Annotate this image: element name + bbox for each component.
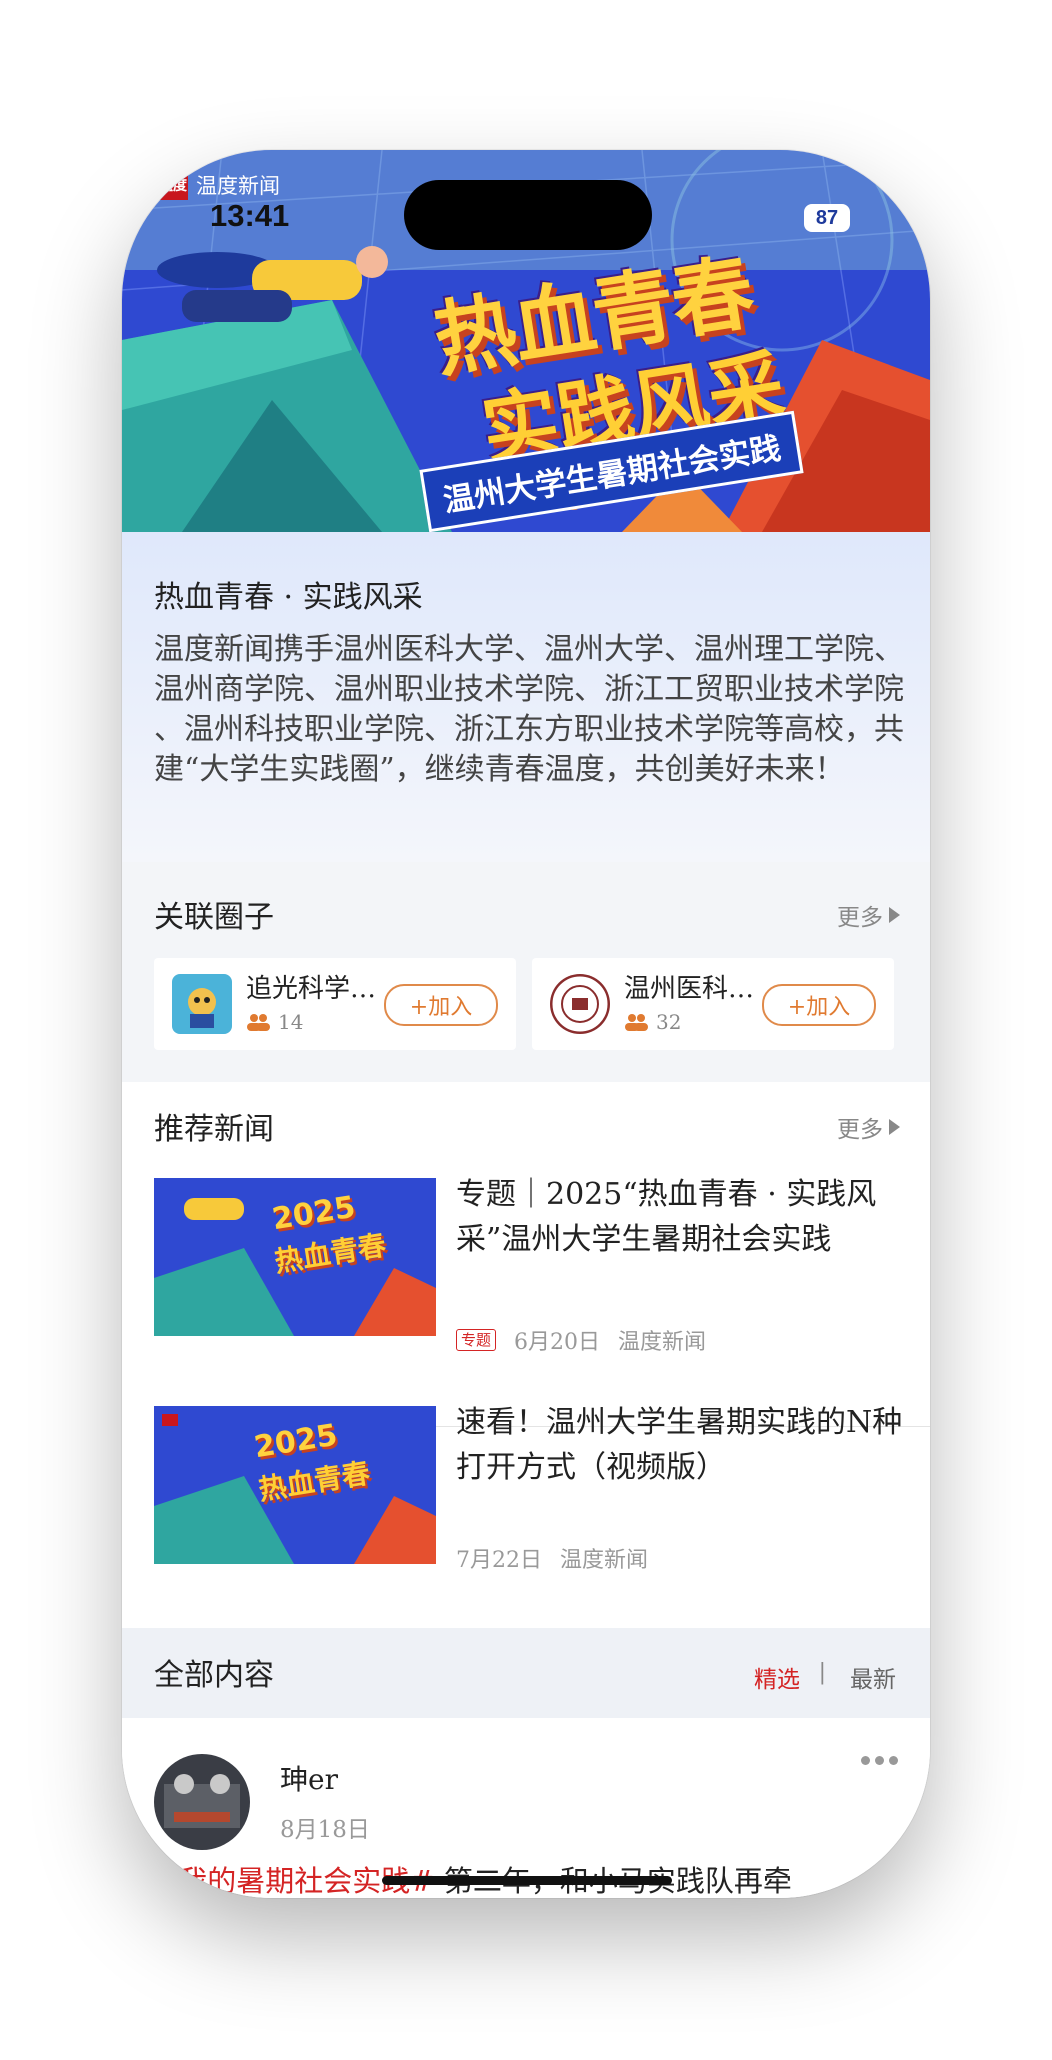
recommended-news-section: 推荐新闻 更多 2025 热血青春 专题｜2025“热血青春 · 实践风采”温州… [122,1082,930,1628]
news-title: 专题｜2025“热血青春 · 实践风采”温州大学生暑期社会实践 [456,1177,877,1257]
news-heading: 推荐新闻 [154,1112,274,1147]
post-card[interactable]: 珅er 8月18日 #我的暑期社会实践# 第二年，和小马实践队再牵 [122,1718,930,1898]
members-icon [625,1014,648,1031]
tab-separator: | [818,1660,826,1685]
news-more-link[interactable]: 更多 [837,1110,900,1144]
news-source: 温度新闻 [618,1330,707,1355]
topic-banner: 温度 温度新闻 13:41 87 热血青春 实践风采 温州大学生暑期社会实践 [122,150,930,532]
news-date: 6月20日 [514,1330,601,1355]
join-circle-button[interactable]: +加入 [762,984,876,1026]
circle-card[interactable]: 温州医科… 32 +加入 [532,958,894,1050]
tab-latest[interactable]: 最新 [850,1660,896,1694]
all-content-heading: 全部内容 [154,1658,274,1693]
related-circles-section: 关联圈子 更多 追光科学… 14 +加入 温州医科… 32 +加入 [122,866,930,1076]
home-indicator [382,1876,672,1885]
circle-member-count: 14 [246,1010,303,1034]
triangle-right-icon [889,907,900,923]
dynamic-island [404,180,652,250]
topic-tag: 专题 [456,1329,497,1351]
post-date: 8月18日 [280,1817,370,1843]
news-meta: 专题 6月20日 温度新闻 [456,1324,706,1356]
topic-description: 温度新闻携手温州医科大学、温州大学、温州理工学院、温州商学院、温州职业技术学院、… [154,632,904,787]
status-app-name: 温度新闻 [196,175,280,198]
circles-heading: 关联圈子 [154,900,274,935]
topic-title: 热血青春 · 实践风采 [154,580,423,615]
all-content-header: 全部内容 精选 | 最新 [122,1628,930,1718]
circle-member-count-value: 32 [656,1010,682,1034]
circle-member-count: 32 [624,1010,681,1034]
battery-indicator: 87 [804,204,850,232]
status-time: 13:41 [210,198,290,233]
circle-name: 追光科学… [246,974,377,1004]
share-icon[interactable] [122,150,168,200]
news-item[interactable]: 2025 热血青春 专题｜2025“热血青春 · 实践风采”温州大学生暑期社会实… [154,1177,930,1428]
circle-name: 温州医科… [624,974,755,1004]
post-username[interactable]: 珅er [280,1758,338,1798]
news-item[interactable]: 2025 热血青春 速看！温州大学生暑期实践的N种打开方式（视频版） 7月22日… [154,1405,930,1576]
tab-featured[interactable]: 精选 [754,1660,800,1694]
triangle-right-icon [889,1119,900,1135]
more-options-icon[interactable] [861,1756,898,1765]
status-app-indicator: 温度 温度新闻 [158,170,280,200]
circles-more-label: 更多 [837,905,883,931]
members-icon [247,1014,270,1031]
circle-card[interactable]: 追光科学… 14 +加入 [154,958,516,1050]
circle-avatar [172,974,232,1034]
phone-screen: 温度 温度新闻 13:41 87 热血青春 实践风采 温州大学生暑期社会实践 热… [122,150,930,1898]
circle-avatar [550,974,610,1034]
join-circle-button[interactable]: +加入 [384,984,498,1026]
news-more-label: 更多 [837,1117,883,1143]
topic-intro: 热血青春 · 实践风采 温度新闻携手温州医科大学、温州大学、温州理工学院、温州商… [122,532,930,862]
circles-more-link[interactable]: 更多 [837,898,900,932]
news-meta: 7月22日 温度新闻 [456,1542,648,1574]
news-thumbnail: 2025 热血青春 [154,1178,436,1336]
circle-member-count-value: 14 [278,1010,304,1034]
news-source: 温度新闻 [560,1548,649,1573]
news-title: 速看！温州大学生暑期实践的N种打开方式（视频版） [456,1405,903,1485]
avatar[interactable] [154,1754,250,1850]
news-date: 7月22日 [456,1548,542,1573]
news-thumbnail: 2025 热血青春 [154,1406,436,1564]
